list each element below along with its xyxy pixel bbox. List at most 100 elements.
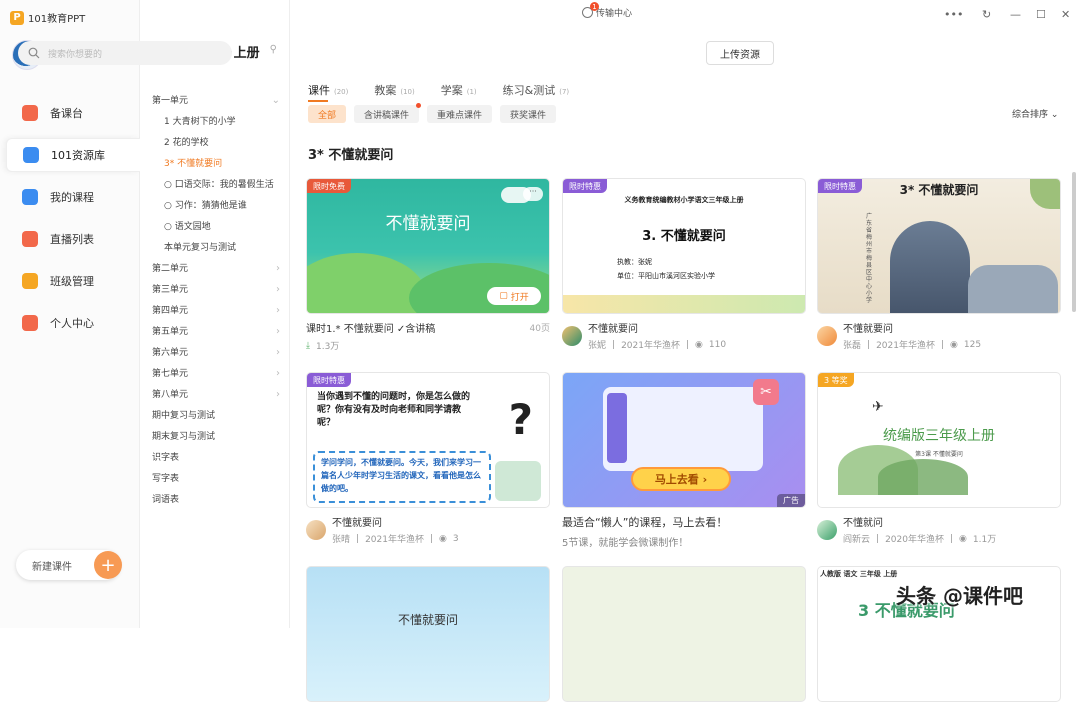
chevron-right-icon: ›: [276, 262, 280, 274]
eye-icon: ◉: [959, 533, 967, 544]
tree-item[interactable]: ○ 习作：猜猜他是谁: [140, 195, 290, 216]
sort-dropdown[interactable]: 综合排序 ⌄: [1012, 107, 1058, 120]
card-title-row: 不懂就要问 张磊 | 2021年华渔杯 | ◉ 125: [817, 320, 1061, 351]
thumb-title: 3. 不懂就要问: [642, 229, 726, 244]
tree-item[interactable]: ○ 口语交际：我的暑假生活: [140, 174, 290, 195]
card-title: 课时1.* 不懂就要问 ✓含讲稿: [306, 324, 436, 335]
question-mark-icon: ?: [508, 395, 533, 444]
open-button[interactable]: ▢ 打开: [487, 287, 541, 305]
plus-icon: +: [94, 551, 122, 579]
card-thumbnail: 限时免费 不懂就要问 ··· ▢ 打开: [306, 178, 550, 314]
tree-item[interactable]: 写字表: [140, 468, 290, 489]
upload-button[interactable]: 上传资源: [706, 41, 774, 65]
sidebar-illustration: [607, 393, 627, 463]
ad-card[interactable]: 马上去看 › ✂ 广告 最适合“懒人”的课程，马上去看！ 5节课，就能学会微课制…: [562, 372, 806, 549]
nav-item-2[interactable]: 我的课程: [6, 180, 140, 214]
author-name: 张晴: [332, 535, 351, 545]
tab-2[interactable]: 学案 (1): [441, 82, 477, 98]
library-icon: [23, 147, 39, 163]
tree-item[interactable]: 识字表: [140, 447, 290, 468]
filter-chip[interactable]: 含讲稿课件: [354, 103, 422, 123]
nav-item-5[interactable]: 个人中心: [6, 306, 140, 340]
tree-item[interactable]: 期末复习与测试: [140, 426, 290, 447]
nav-item-1[interactable]: 101资源库: [6, 138, 140, 172]
kids-illustration: [495, 461, 541, 501]
tab-1[interactable]: 教案 (10): [374, 82, 414, 98]
tree-item-label: 期中复习与测试: [152, 410, 216, 421]
tree-item[interactable]: 第五单元 ›: [140, 321, 290, 342]
tree-item-label: 第一单元: [152, 95, 189, 106]
nav-item-3[interactable]: 直播列表: [6, 222, 140, 256]
app-logo: P 101教育PPT: [10, 10, 85, 25]
logo-text: 101教育PPT: [28, 14, 86, 25]
tree-item[interactable]: 第八单元 ›: [140, 384, 290, 405]
tree-item[interactable]: 第四单元 ›: [140, 300, 290, 321]
nav-label: 备课台: [50, 107, 83, 120]
resource-card[interactable]: 限时免费 不懂就要问 ··· ▢ 打开 课时1.* 不懂就要问 ✓含讲稿 40页 ⤓…: [306, 178, 550, 352]
scrollbar[interactable]: [1072, 172, 1076, 312]
tree-item[interactable]: 1 大青树下的小学: [140, 111, 290, 132]
close-icon[interactable]: ✕: [1061, 8, 1070, 21]
tab-0[interactable]: 课件 (20): [308, 82, 348, 102]
tree-item[interactable]: 本单元复习与测试: [140, 237, 290, 258]
tab-count: (10): [400, 88, 415, 96]
tree-item[interactable]: 3* 不懂就要问: [140, 153, 290, 174]
resource-card[interactable]: ✈ 3 等奖 统编版三年级上册 第3课 不懂就要问 不懂就问 阎新云 | 2020年…: [817, 372, 1061, 545]
ad-subtitle: 5节课，就能学会微课制作！: [562, 538, 689, 549]
tree-item[interactable]: 第二单元 ›: [140, 258, 290, 279]
resource-card[interactable]: 限时特惠 义务教育统编教材小学语文三年级上册 3. 不懂就要问 执教：张妮 单位…: [562, 178, 806, 351]
logo-icon: P: [10, 10, 24, 25]
tab-count: (1): [466, 88, 477, 96]
chevron-right-icon: ›: [276, 388, 280, 400]
tree-item[interactable]: 第七单元 ›: [140, 363, 290, 384]
figure-shape: [890, 221, 970, 313]
tree-item-label: 3* 不懂就要问: [164, 158, 223, 169]
go-watch-button[interactable]: 马上去看 ›: [631, 467, 731, 491]
thumb-passage: 学问学问，不懂就要问。今天，我们来学习一篇名人少年时学习生活的课文，看看他是怎么…: [313, 451, 491, 503]
more-icon[interactable]: •••: [944, 8, 963, 21]
resource-card[interactable]: 限时特惠 当你遇到不懂的问题时，你是怎么做的呢？你有没有及时向老师和同学请教呢？…: [306, 372, 550, 545]
author-avatar: [817, 325, 837, 346]
new-course-button[interactable]: 新建课件 +: [16, 550, 122, 580]
tree-item[interactable]: 2 花的学校: [140, 132, 290, 153]
tree-item[interactable]: 期中复习与测试: [140, 405, 290, 426]
person-icon: [22, 315, 38, 331]
thumb-question: 当你遇到不懂的问题时，你是怎么做的呢？你有没有及时向老师和同学请教呢？: [317, 392, 471, 428]
filter-chip[interactable]: 全部: [308, 105, 347, 123]
nav-label: 个人中心: [50, 317, 94, 330]
resource-card[interactable]: 不懂就要问: [306, 566, 550, 702]
search-input[interactable]: 搜索你想要的: [18, 41, 232, 65]
download-count: 1.3万: [315, 342, 340, 352]
card-title-row: 不懂就要问 张妮 | 2021年华渔杯 | ◉ 110: [562, 320, 806, 351]
filter-chip[interactable]: 重难点课件: [427, 105, 493, 123]
tree-item[interactable]: 词语表: [140, 489, 290, 510]
nav-item-0[interactable]: 备课台: [6, 96, 140, 130]
resource-card[interactable]: [562, 566, 806, 702]
maximize-icon[interactable]: ☐: [1036, 8, 1046, 21]
sort-label: 综合排序: [1012, 110, 1049, 120]
tree-item[interactable]: 第三单元 ›: [140, 279, 290, 300]
refresh-icon[interactable]: ↻: [982, 8, 991, 21]
filter-chip[interactable]: 获奖课件: [500, 105, 557, 123]
card-thumbnail: 不懂就要问: [306, 566, 550, 702]
minimize-icon[interactable]: —: [1010, 8, 1021, 21]
award: 2021年华渔杯: [365, 535, 424, 545]
tab-3[interactable]: 练习&测试 (7): [503, 82, 570, 98]
nav-item-4[interactable]: 班级管理: [6, 264, 140, 298]
tree-item-label: 第三单元: [152, 284, 189, 295]
nav-label: 101资源库: [51, 149, 105, 162]
folder-icon: ▢: [499, 291, 508, 301]
more-icon[interactable]: ···: [523, 187, 543, 201]
eye-icon: ◉: [950, 339, 958, 350]
tree-item[interactable]: 第六单元 ›: [140, 342, 290, 363]
go-watch-label: 马上去看: [654, 473, 699, 486]
thumb-head: 人教版 语文 三年级 上册: [820, 570, 898, 578]
pin-icon[interactable]: ⚲: [270, 44, 277, 55]
resource-card[interactable]: 限时特惠 3* 不懂就要问 广东省梅州市梅县区中心小学 不懂就要问 张磊 | 202…: [817, 178, 1061, 351]
card-title: 不懂就要问: [843, 324, 893, 335]
author-avatar: [817, 519, 837, 540]
thumb-unit: 单位：平阳山市溪河区实验小学: [617, 272, 715, 280]
tree-item[interactable]: ○ 语文园地: [140, 216, 290, 237]
tree-item[interactable]: 第一单元 ⌄: [140, 90, 290, 111]
tree-item-label: 第七单元: [152, 368, 189, 379]
